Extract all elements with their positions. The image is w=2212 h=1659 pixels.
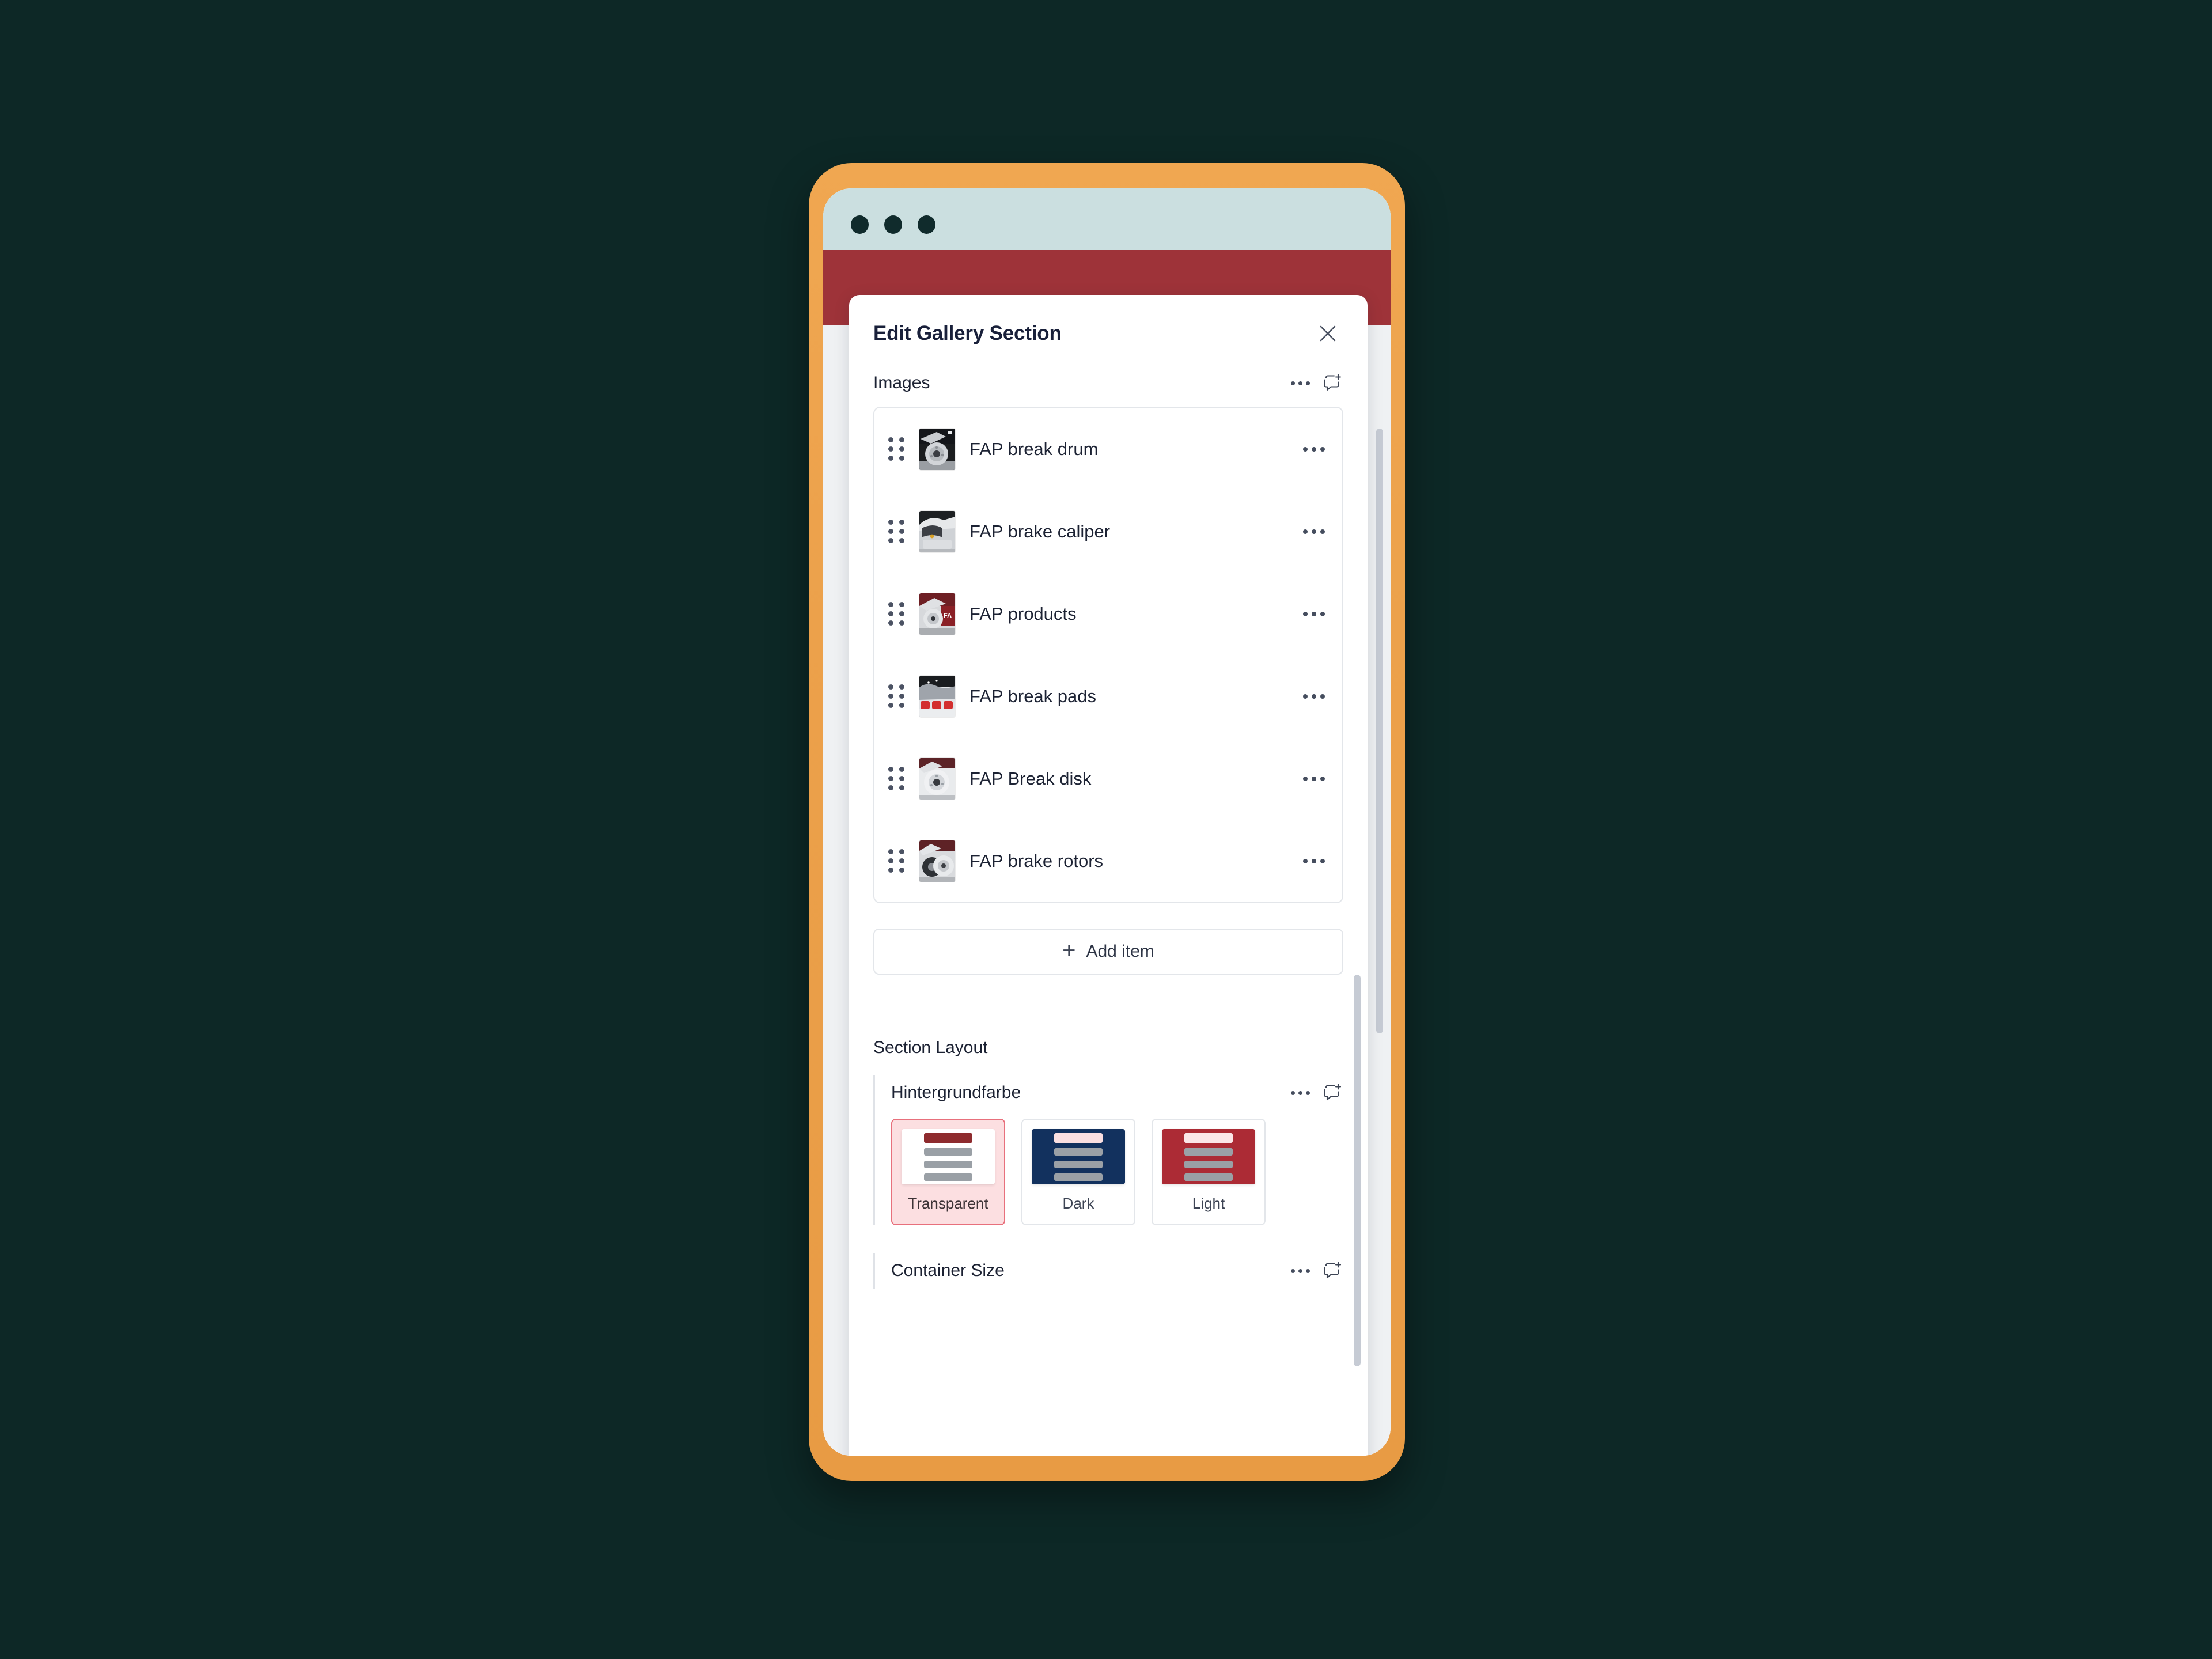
drag-handle-icon[interactable] <box>888 849 911 873</box>
item-thumbnail-brake-caliper <box>919 510 955 552</box>
list-item-more-options-icon[interactable] <box>1301 606 1327 622</box>
background-option-light[interactable]: Light <box>1152 1119 1266 1225</box>
list-item[interactable]: FAP break drum <box>874 408 1342 490</box>
item-thumbnail-products: FA <box>919 593 955 635</box>
plus-icon: + <box>1062 937 1076 963</box>
list-item[interactable]: FAP Break disk <box>874 737 1342 820</box>
list-item-label: FAP brake caliper <box>969 521 1111 541</box>
list-item-more-options-icon[interactable] <box>1301 441 1327 457</box>
item-thumbnail-brake-disk <box>919 757 955 800</box>
drag-handle-icon[interactable] <box>888 437 911 461</box>
list-item-more-options-icon[interactable] <box>1301 688 1327 704</box>
list-item-label: FAP brake rotors <box>969 850 1104 871</box>
background-color-field-header: Hintergrundfarbe <box>891 1075 1343 1111</box>
background-color-options: Transparent Dark Light <box>891 1119 1343 1225</box>
phone-device-frame: Edit Gallery Section Images FAP break dr… <box>809 163 1405 1481</box>
list-item-more-options-icon[interactable] <box>1301 853 1327 869</box>
list-item-label: FAP break drum <box>969 438 1099 459</box>
preview-body-bar <box>924 1173 972 1181</box>
images-more-options-icon[interactable] <box>1290 377 1311 390</box>
add-comment-icon[interactable] <box>1324 1261 1343 1281</box>
background-color-more-options-icon[interactable] <box>1290 1086 1311 1100</box>
section-layout-title: Section Layout <box>873 1038 988 1057</box>
container-size-more-options-icon[interactable] <box>1290 1264 1311 1278</box>
list-item-more-options-icon[interactable] <box>1301 524 1327 540</box>
background-option-label: Dark <box>1062 1195 1094 1212</box>
phone-screen: Edit Gallery Section Images FAP break dr… <box>823 188 1391 1456</box>
list-item-label: FAP break pads <box>969 685 1097 706</box>
browser-chrome-bar <box>823 188 1391 250</box>
list-item[interactable]: FA FAP products <box>874 573 1342 655</box>
add-item-button[interactable]: + Add item <box>873 929 1343 975</box>
window-maximize-dot-icon[interactable] <box>918 215 935 234</box>
window-close-dot-icon[interactable] <box>851 215 869 234</box>
item-thumbnail-brake-rotors <box>919 840 955 882</box>
preview-dark <box>1032 1129 1125 1184</box>
drag-handle-icon[interactable] <box>888 602 911 626</box>
add-comment-icon[interactable] <box>1324 373 1343 393</box>
modal-title: Edit Gallery Section <box>873 322 1062 344</box>
item-thumbnail-brake-pads <box>919 675 955 717</box>
background-option-label: Transparent <box>908 1195 988 1212</box>
window-minimize-dot-icon[interactable] <box>884 215 902 234</box>
browser-traffic-lights <box>851 215 935 234</box>
preview-body-bar <box>1184 1147 1233 1156</box>
container-size-label: Container Size <box>891 1261 1005 1280</box>
preview-transparent <box>902 1129 995 1184</box>
images-field-label: Images <box>873 373 930 392</box>
preview-body-bar <box>924 1160 972 1168</box>
svg-text:FA: FA <box>944 612 952 619</box>
drag-handle-icon[interactable] <box>888 684 911 708</box>
list-item-label: FAP Break disk <box>969 768 1092 789</box>
preview-body-bar <box>1184 1160 1233 1168</box>
background-option-dark[interactable]: Dark <box>1021 1119 1135 1225</box>
page-scrollbar[interactable] <box>1376 429 1383 1033</box>
preview-body-bar <box>1054 1160 1103 1168</box>
background-color-field-actions <box>1290 1083 1343 1103</box>
preview-body-bar <box>1054 1173 1103 1181</box>
background-color-label: Hintergrundfarbe <box>891 1083 1021 1102</box>
preview-light <box>1162 1129 1255 1184</box>
container-size-field: Container Size <box>873 1253 1343 1289</box>
modal-header: Edit Gallery Section <box>873 295 1343 365</box>
drag-handle-icon[interactable] <box>888 520 911 543</box>
images-field-header: Images <box>873 365 1343 401</box>
background-option-label: Light <box>1192 1195 1225 1212</box>
list-item[interactable]: FAP brake rotors <box>874 820 1342 902</box>
container-size-field-actions <box>1290 1261 1343 1281</box>
preview-body-bar <box>924 1147 972 1156</box>
container-size-field-header: Container Size <box>891 1253 1343 1289</box>
preview-body-bar <box>1054 1147 1103 1156</box>
preview-heading-bar <box>1184 1132 1233 1143</box>
edit-gallery-section-modal: Edit Gallery Section Images FAP break dr… <box>849 295 1368 1456</box>
list-item-label: FAP products <box>969 603 1077 624</box>
add-comment-icon[interactable] <box>1324 1083 1343 1103</box>
background-option-transparent[interactable]: Transparent <box>891 1119 1005 1225</box>
preview-heading-bar <box>1054 1132 1103 1143</box>
list-item-more-options-icon[interactable] <box>1301 771 1327 787</box>
website-page-background: Edit Gallery Section Images FAP break dr… <box>823 250 1391 1456</box>
list-item[interactable]: FAP break pads <box>874 655 1342 737</box>
item-thumbnail-brake-drum <box>919 428 955 470</box>
list-item[interactable]: FAP brake caliper <box>874 490 1342 573</box>
background-color-field: Hintergrundfarbe Transparent Dark Light <box>873 1075 1343 1225</box>
preview-body-bar <box>1184 1173 1233 1181</box>
preview-heading-bar <box>924 1132 972 1143</box>
close-icon[interactable] <box>1312 318 1343 349</box>
drag-handle-icon[interactable] <box>888 767 911 790</box>
images-field-actions <box>1290 373 1343 393</box>
add-item-label: Add item <box>1086 942 1154 961</box>
images-items-list: FAP break drum FAP brake caliper FA FAP … <box>873 407 1343 903</box>
modal-scrollbar[interactable] <box>1354 975 1361 1366</box>
